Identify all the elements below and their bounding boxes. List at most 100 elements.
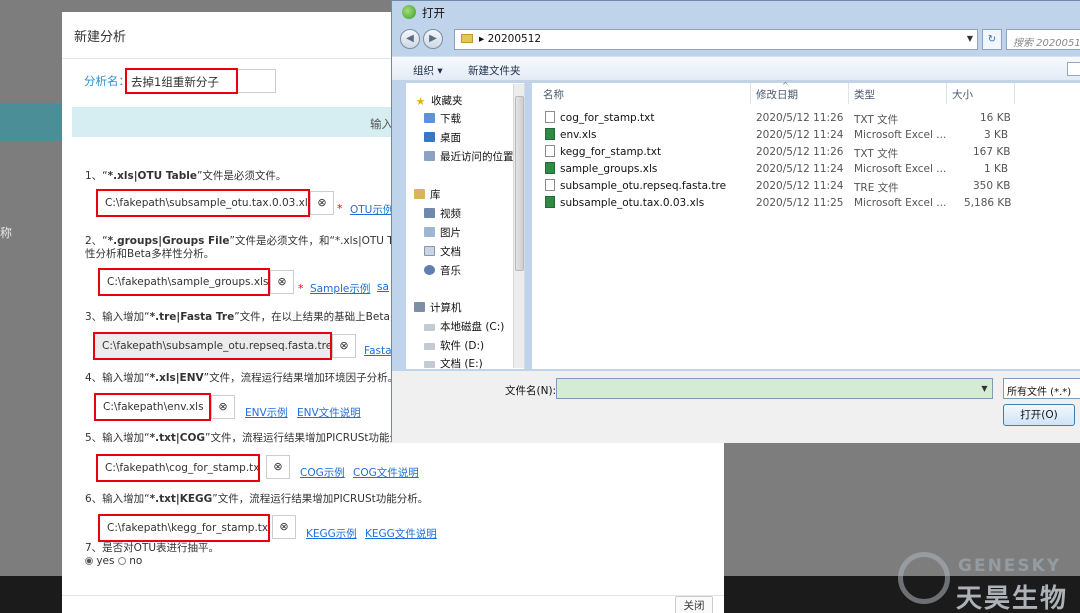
new-folder-button[interactable]: 新建文件夹 <box>468 63 521 78</box>
document-icon <box>424 246 435 256</box>
clear-file-icon[interactable]: ⊗ <box>332 334 356 358</box>
file-size: 16 KB <box>980 112 1011 124</box>
clear-file-icon[interactable]: ⊗ <box>310 191 334 215</box>
computer-icon <box>414 302 425 312</box>
file-type: Microsoft Excel ... <box>854 129 947 141</box>
nav-drive-e[interactable]: 文档 (E:) <box>424 356 483 371</box>
column-divider <box>946 83 947 104</box>
step-7-label: 7、是否对OTU表进行抽平。 <box>85 542 220 554</box>
open-file-dialog: 打开 ◀ ▶ ▸ 20200512 ▼ ↻ 搜索 20200512 组织 ▾ 新… <box>391 0 1080 443</box>
file-date: 2020/5/12 11:24 <box>756 163 844 175</box>
analysis-name-label: 分析名： <box>84 74 130 88</box>
dialog-title: 打开 <box>422 6 445 20</box>
nav-desktop[interactable]: 桌面 <box>424 130 461 145</box>
clear-file-icon[interactable]: ⊗ <box>272 515 296 539</box>
otu-example-link[interactable]: OTU示例 <box>350 202 393 217</box>
nav-music[interactable]: 音乐 <box>424 263 461 278</box>
highlight-box <box>96 189 310 217</box>
background-nav-item <box>0 103 62 141</box>
highlight-box <box>96 454 260 482</box>
desktop-icon <box>424 132 435 142</box>
file-name[interactable]: subsample_otu.tax.0.03.xls <box>545 196 704 209</box>
path-separator: ▸ <box>479 33 485 45</box>
file-name[interactable]: cog_for_stamp.txt <box>545 111 655 124</box>
logo-english: GENESKY <box>958 556 1062 576</box>
nav-pictures[interactable]: 图片 <box>424 225 461 240</box>
recent-places-icon <box>424 151 435 161</box>
text-file-icon <box>545 179 555 191</box>
open-button[interactable]: 打开(O) <box>1003 404 1075 426</box>
chevron-down-icon[interactable]: ▼ <box>963 30 977 47</box>
radio-yes[interactable] <box>85 557 93 565</box>
step-3-label: 3、输入增加“*.tre|Fasta Tre”文件，在以上结果的基础上Beta多 <box>85 311 401 323</box>
radio-no[interactable] <box>117 557 126 565</box>
file-date: 2020/5/12 11:24 <box>756 129 844 141</box>
forward-arrow-icon[interactable]: ▶ <box>423 29 443 49</box>
nav-downloads[interactable]: 下载 <box>424 111 461 126</box>
logo-mark <box>898 552 950 604</box>
kegg-example-link[interactable]: KEGG示例 <box>306 526 357 541</box>
address-bar[interactable]: ▸ 20200512 <box>454 29 978 50</box>
filename-label: 文件名(N): <box>505 385 557 397</box>
column-divider <box>1014 83 1015 104</box>
column-type[interactable]: 类型 <box>854 87 875 102</box>
drive-icon <box>424 361 435 368</box>
cog-doc-link[interactable]: COG文件说明 <box>353 465 419 480</box>
sample-example-link[interactable]: Sample示例 <box>310 281 370 296</box>
nav-drive-d[interactable]: 软件 (D:) <box>424 338 484 353</box>
organize-button[interactable]: 组织 ▾ <box>413 63 443 78</box>
column-divider <box>750 83 751 104</box>
clear-file-icon[interactable]: ⊗ <box>270 270 294 294</box>
nav-documents[interactable]: 文档 <box>424 244 461 259</box>
view-options-icon[interactable] <box>1067 62 1080 76</box>
dialog-bottom-area: 文件名(N): ▼ 所有文件 (*.*) 打开(O) <box>392 371 1080 443</box>
drive-icon <box>424 324 435 331</box>
close-button[interactable]: 关闭 <box>675 596 713 613</box>
file-name[interactable]: sample_groups.xls <box>545 162 657 175</box>
file-type: Microsoft Excel ... <box>854 197 947 209</box>
filename-input[interactable] <box>556 378 993 399</box>
highlight-box <box>98 268 270 296</box>
step-5-label: 5、输入增加“*.txt|COG”文件，流程运行结果增加PICRUSt功能分 <box>85 432 400 444</box>
nav-computer[interactable]: 计算机 <box>414 300 462 315</box>
column-date[interactable]: 修改日期 <box>756 87 798 102</box>
nav-libraries[interactable]: 库 <box>414 187 441 202</box>
radio-yes-label: yes <box>96 555 115 567</box>
search-input[interactable]: 搜索 20200512 <box>1006 29 1080 50</box>
clear-file-icon[interactable]: ⊗ <box>266 455 290 479</box>
download-folder-icon <box>424 113 435 123</box>
file-size: 350 KB <box>973 180 1011 192</box>
nav-scrollbar[interactable] <box>513 84 524 368</box>
file-size: 3 KB <box>984 129 1009 141</box>
refresh-icon[interactable]: ↻ <box>982 29 1002 50</box>
cog-example-link[interactable]: COG示例 <box>300 465 345 480</box>
filetype-select[interactable]: 所有文件 (*.*) <box>1003 378 1080 399</box>
modal-footer-divider <box>62 595 724 596</box>
star-icon: ★ <box>415 95 426 108</box>
file-size: 5,186 KB <box>964 197 1012 209</box>
fasta-example-link[interactable]: Fasta <box>364 345 392 357</box>
env-example-link[interactable]: ENV示例 <box>245 405 288 420</box>
nav-scrollbar-thumb[interactable] <box>515 96 524 271</box>
nav-recent[interactable]: 最近访问的位置 <box>424 149 514 164</box>
navigation-pane: ★ 收藏夹 下载 桌面 最近访问的位置 库 视频 图片 文档 音乐 计算机 本地磁… <box>406 83 525 371</box>
groups-doc-link[interactable]: sa <box>377 281 389 293</box>
library-icon <box>414 189 425 199</box>
env-doc-link[interactable]: ENV文件说明 <box>297 405 361 420</box>
chevron-down-icon[interactable]: ▼ <box>977 379 992 398</box>
nav-drive-c[interactable]: 本地磁盘 (C:) <box>424 319 504 334</box>
file-name[interactable]: kegg_for_stamp.txt <box>545 145 661 158</box>
column-name[interactable]: 名称 <box>543 87 564 102</box>
file-name[interactable]: env.xls <box>545 128 596 141</box>
step-2-label-line2: 性分析和Beta多样性分析。 <box>85 248 215 260</box>
kegg-doc-link[interactable]: KEGG文件说明 <box>365 526 437 541</box>
file-name[interactable]: subsample_otu.repseq.fasta.tre <box>545 179 726 192</box>
dialog-toolbar: 组织 ▾ 新建文件夹 <box>392 56 1080 81</box>
modal-title: 新建分析 <box>74 30 127 45</box>
column-size[interactable]: 大小 <box>952 87 973 102</box>
nav-favorites[interactable]: ★ 收藏夹 <box>414 93 463 108</box>
back-arrow-icon[interactable]: ◀ <box>400 29 420 49</box>
clear-file-icon[interactable]: ⊗ <box>211 395 235 419</box>
nav-videos[interactable]: 视频 <box>424 206 461 221</box>
logo-chinese: 天昊生物 <box>956 584 1069 613</box>
